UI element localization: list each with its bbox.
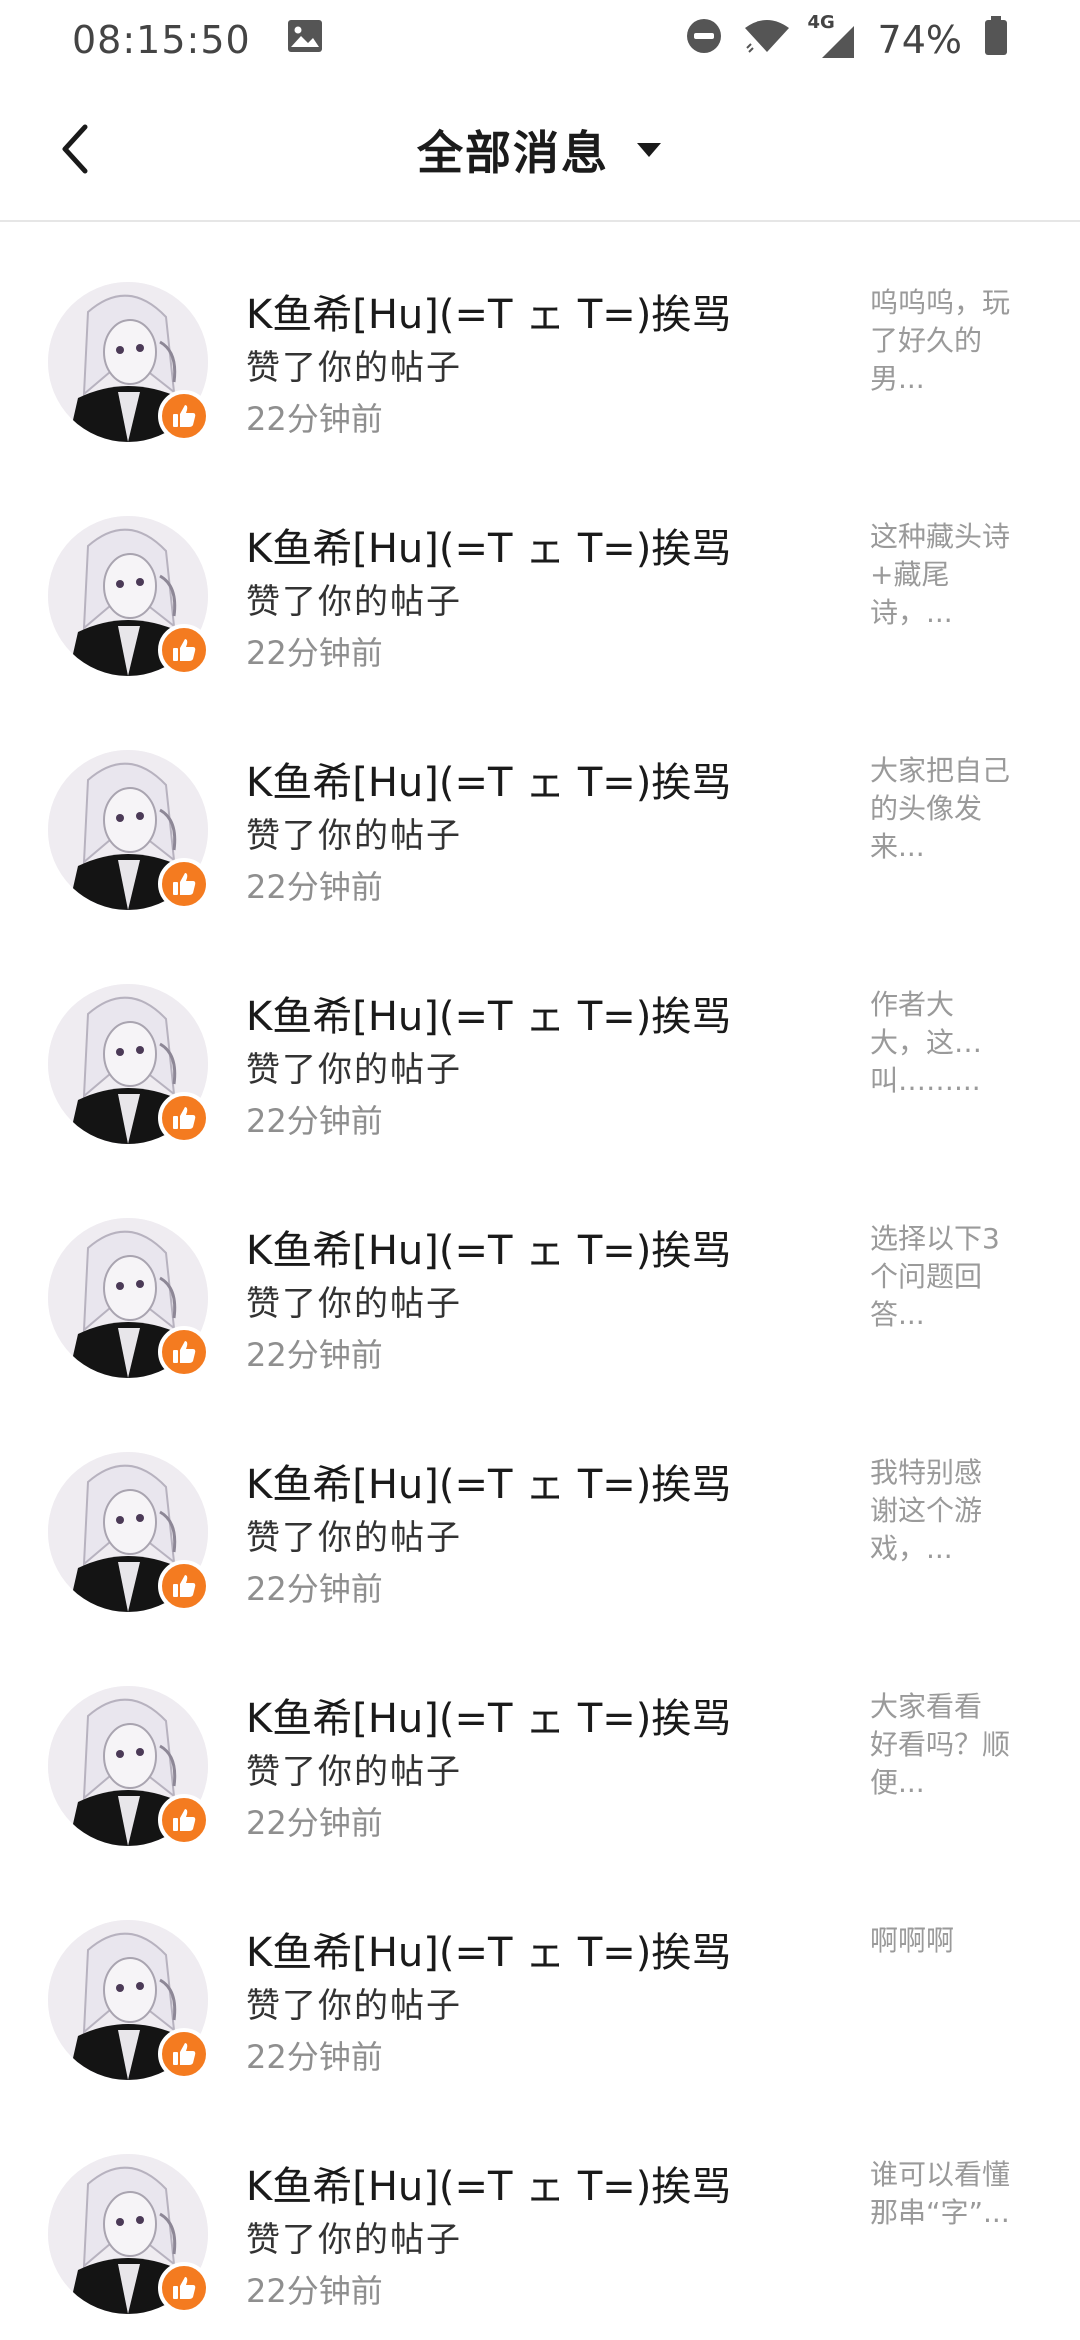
status-bar: 08:15:50 4G 74% <box>0 0 1080 80</box>
post-preview[interactable]: 谁可以看懂 那串“字”... <box>870 2156 1030 2232</box>
gallery-icon <box>287 18 323 62</box>
action-text: 赞了你的帖子 <box>246 348 462 388</box>
notification-item[interactable]: K鱼希[Hu](=T ェ T=)挨骂 赞了你的帖子 22分钟前 啊啊啊 <box>0 1860 1080 2094</box>
notification-list: K鱼希[Hu](=T ェ T=)挨骂 赞了你的帖子 22分钟前 呜呜呜，玩 了好… <box>0 222 1080 2328</box>
like-badge <box>158 2262 210 2314</box>
timestamp: 22分钟前 <box>246 1804 383 1842</box>
post-preview[interactable]: 我特别感 谢这个游 戏，... <box>870 1454 1030 1568</box>
thumbs-up-icon <box>173 639 196 661</box>
action-text: 赞了你的帖子 <box>246 816 462 856</box>
user-name[interactable]: K鱼希[Hu](=T ェ T=)挨骂 <box>246 984 731 1042</box>
timestamp: 22分钟前 <box>246 1102 383 1140</box>
user-name[interactable]: K鱼希[Hu](=T ェ T=)挨骂 <box>246 1686 731 1744</box>
user-name[interactable]: K鱼希[Hu](=T ェ T=)挨骂 <box>246 282 731 340</box>
status-time: 08:15:50 <box>72 18 251 62</box>
wifi-icon <box>744 18 790 63</box>
notification-item[interactable]: K鱼希[Hu](=T ェ T=)挨骂 赞了你的帖子 22分钟前 呜呜呜，玩 了好… <box>0 222 1080 456</box>
action-text: 赞了你的帖子 <box>246 1518 462 1558</box>
notification-item[interactable]: K鱼希[Hu](=T ェ T=)挨骂 赞了你的帖子 22分钟前 选择以下3 个问… <box>0 1158 1080 1392</box>
battery-percent: 74% <box>877 18 962 62</box>
like-badge <box>158 1560 210 1612</box>
app-header: 全部消息 <box>0 80 1080 222</box>
notification-item[interactable]: K鱼希[Hu](=T ェ T=)挨骂 赞了你的帖子 22分钟前 大家看看 好看吗… <box>0 1626 1080 1860</box>
timestamp: 22分钟前 <box>246 2038 383 2076</box>
like-badge <box>158 1794 210 1846</box>
user-name[interactable]: K鱼希[Hu](=T ェ T=)挨骂 <box>246 750 731 808</box>
network-type-label: 4G <box>807 12 835 33</box>
like-badge <box>158 2028 210 2080</box>
post-preview[interactable]: 这种藏头诗 +藏尾诗，... <box>870 518 1030 632</box>
timestamp: 22分钟前 <box>246 2272 383 2310</box>
notification-item[interactable]: K鱼希[Hu](=T ェ T=)挨骂 赞了你的帖子 22分钟前 作者大 大，这…… <box>0 924 1080 1158</box>
thumbs-up-icon <box>173 1575 196 1597</box>
back-button[interactable] <box>40 114 110 184</box>
post-preview[interactable]: 选择以下3 个问题回 答... <box>870 1220 1030 1334</box>
post-preview[interactable]: 作者大 大，这… 叫……... <box>870 986 1030 1100</box>
notification-item[interactable]: K鱼希[Hu](=T ェ T=)挨骂 赞了你的帖子 22分钟前 我特别感 谢这个… <box>0 1392 1080 1626</box>
thumbs-up-icon <box>173 405 196 427</box>
action-text: 赞了你的帖子 <box>246 1284 462 1324</box>
user-name[interactable]: K鱼希[Hu](=T ェ T=)挨骂 <box>246 2154 731 2212</box>
message-filter-dropdown[interactable]: 全部消息 <box>417 117 663 183</box>
action-text: 赞了你的帖子 <box>246 582 462 622</box>
action-text: 赞了你的帖子 <box>246 1986 462 2026</box>
notification-item[interactable]: K鱼希[Hu](=T ェ T=)挨骂 赞了你的帖子 22分钟前 大家把自己 的头… <box>0 690 1080 924</box>
user-name[interactable]: K鱼希[Hu](=T ェ T=)挨骂 <box>246 1452 731 1510</box>
timestamp: 22分钟前 <box>246 1570 383 1608</box>
post-preview[interactable]: 啊啊啊 <box>870 1922 1030 1960</box>
action-text: 赞了你的帖子 <box>246 1050 462 1090</box>
action-text: 赞了你的帖子 <box>246 1752 462 1792</box>
post-preview[interactable]: 大家把自己 的头像发 来... <box>870 752 1030 866</box>
post-preview[interactable]: 呜呜呜，玩 了好久的 男... <box>870 284 1030 398</box>
post-preview[interactable]: 大家看看 好看吗？顺 便... <box>870 1688 1030 1802</box>
page-title: 全部消息 <box>417 126 609 180</box>
thumbs-up-icon <box>173 1107 196 1129</box>
timestamp: 22分钟前 <box>246 1336 383 1374</box>
thumbs-up-icon <box>173 873 196 895</box>
notification-item[interactable]: K鱼希[Hu](=T ェ T=)挨骂 赞了你的帖子 22分钟前 谁可以看懂 那串… <box>0 2094 1080 2328</box>
thumbs-up-icon <box>173 1809 196 1831</box>
like-badge <box>158 390 210 442</box>
user-name[interactable]: K鱼希[Hu](=T ェ T=)挨骂 <box>246 516 731 574</box>
timestamp: 22分钟前 <box>246 400 383 438</box>
notification-item[interactable]: K鱼希[Hu](=T ェ T=)挨骂 赞了你的帖子 22分钟前 这种藏头诗 +藏… <box>0 456 1080 690</box>
user-name[interactable]: K鱼希[Hu](=T ェ T=)挨骂 <box>246 1920 731 1978</box>
like-badge <box>158 624 210 676</box>
back-arrow-icon <box>62 124 88 174</box>
action-text: 赞了你的帖子 <box>246 2220 462 2260</box>
cellular-signal-icon: 4G <box>808 12 856 60</box>
like-badge <box>158 1092 210 1144</box>
thumbs-up-icon <box>173 2277 196 2299</box>
timestamp: 22分钟前 <box>246 868 383 906</box>
battery-icon <box>984 15 1008 65</box>
timestamp: 22分钟前 <box>246 634 383 672</box>
caret-down-icon <box>637 143 661 157</box>
thumbs-up-icon <box>173 1341 196 1363</box>
like-badge <box>158 858 210 910</box>
user-name[interactable]: K鱼希[Hu](=T ェ T=)挨骂 <box>246 1218 731 1276</box>
like-badge <box>158 1326 210 1378</box>
thumbs-up-icon <box>173 2043 196 2065</box>
do-not-disturb-icon <box>686 18 722 63</box>
